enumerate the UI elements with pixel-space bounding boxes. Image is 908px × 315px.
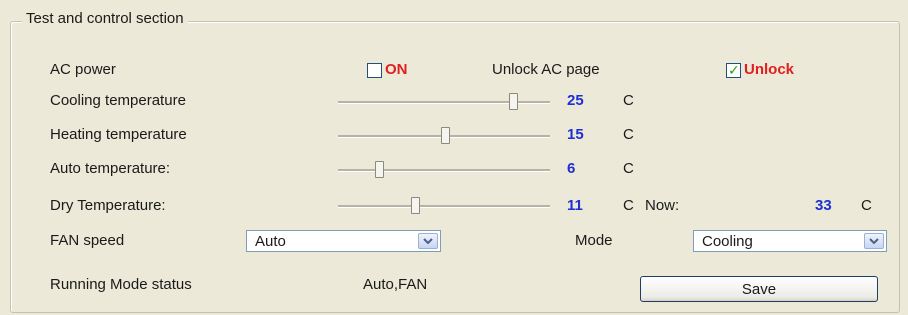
cooling-temperature-label: Cooling temperature — [50, 92, 186, 109]
slider-thumb[interactable] — [375, 161, 385, 178]
slider-thumb[interactable] — [441, 127, 451, 144]
chevron-down-icon[interactable] — [418, 233, 438, 249]
save-button[interactable]: Save — [640, 276, 878, 302]
unlock-ac-page-label: Unlock AC page — [492, 61, 600, 78]
mode-selected: Cooling — [702, 233, 753, 250]
section-title: Test and control section — [22, 10, 188, 27]
slider-track — [338, 205, 550, 208]
auto-temperature-label: Auto temperature: — [50, 160, 171, 177]
chevron-down-icon[interactable] — [864, 233, 884, 249]
now-label: Now: — [645, 197, 680, 214]
unlock-checkbox[interactable]: ✓ — [726, 62, 741, 78]
dry-temperature-value: 11 — [567, 197, 583, 214]
cooling-temperature-slider[interactable] — [338, 91, 550, 113]
slider-track — [338, 169, 550, 172]
fan-speed-selected: Auto — [255, 233, 286, 250]
fan-speed-label: FAN speed — [50, 232, 125, 249]
unlock-checkbox-label[interactable]: Unlock — [744, 61, 794, 78]
now-temperature-value: 33 — [815, 197, 832, 214]
ac-power-label: AC power — [50, 61, 116, 78]
ac-power-checkbox[interactable] — [367, 63, 382, 78]
mode-label: Mode — [575, 232, 613, 249]
mode-dropdown[interactable]: Cooling — [693, 230, 887, 252]
auto-temperature-unit: C — [623, 160, 634, 177]
now-temperature-unit: C — [861, 197, 872, 214]
cooling-temperature-value: 25 — [567, 92, 584, 109]
running-mode-status-value: Auto,FAN — [363, 276, 428, 293]
dry-temperature-unit: C — [623, 197, 634, 214]
slider-thumb[interactable] — [508, 93, 518, 110]
dry-temperature-label: Dry Temperature: — [50, 197, 166, 214]
running-mode-status-label: Running Mode status — [50, 276, 192, 293]
slider-track — [338, 101, 550, 104]
fan-speed-dropdown[interactable]: Auto — [246, 230, 441, 252]
auto-temperature-slider[interactable] — [338, 159, 550, 181]
cooling-temperature-unit: C — [623, 92, 634, 109]
heating-temperature-value: 15 — [567, 126, 584, 143]
checkmark-icon: ✓ — [728, 62, 740, 78]
heating-temperature-label: Heating temperature — [50, 126, 187, 143]
dry-temperature-slider[interactable] — [338, 195, 550, 217]
ac-power-on-label[interactable]: ON — [385, 61, 408, 78]
heating-temperature-slider[interactable] — [338, 125, 550, 147]
heating-temperature-unit: C — [623, 126, 634, 143]
auto-temperature-value: 6 — [567, 160, 576, 177]
slider-thumb[interactable] — [411, 197, 421, 214]
